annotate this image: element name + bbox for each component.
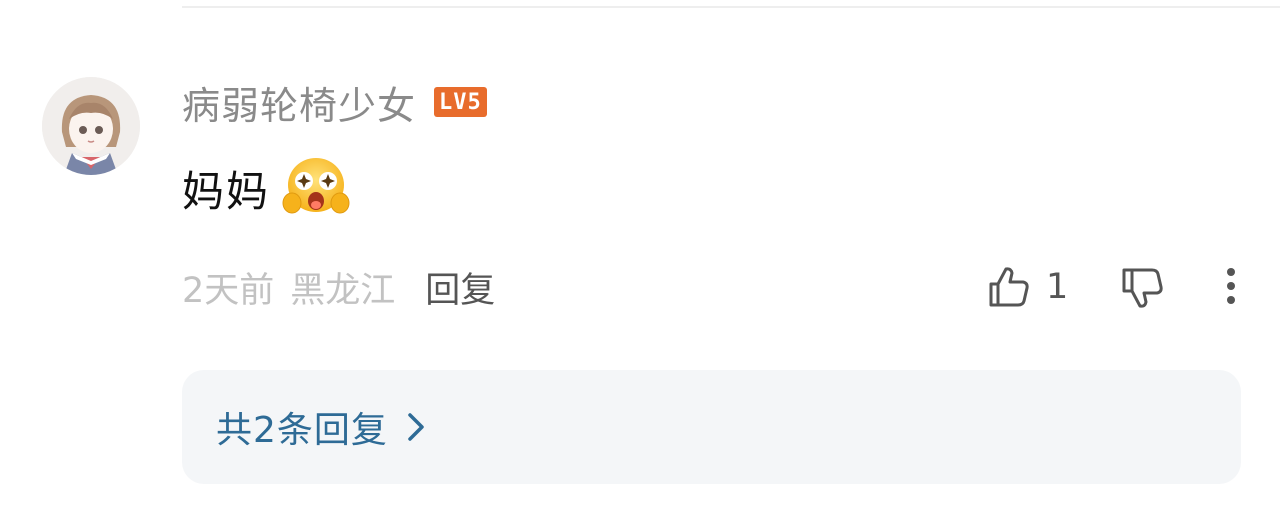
more-options-button[interactable] (1214, 262, 1248, 312)
username-row: 病弱轮椅少女 LV5 (182, 76, 487, 128)
top-divider (182, 6, 1280, 8)
comment-time: 2天前 (182, 270, 275, 311)
comment-meta: 2天前 黑龙江 回复 (182, 262, 495, 312)
level-badge: LV5 (434, 87, 487, 117)
thumbs-down-icon (1122, 268, 1163, 308)
dislike-button[interactable] (1118, 262, 1168, 312)
like-count: 1 (1046, 267, 1069, 307)
like-button[interactable]: 1 (986, 262, 1068, 312)
more-vertical-icon (1227, 268, 1235, 304)
comment-location: 黑龙江 (290, 270, 396, 311)
view-replies-link[interactable]: 共2条回复 (216, 402, 426, 452)
avatar-illustration (42, 77, 140, 175)
replies-summary-box[interactable]: 共2条回复 (182, 370, 1241, 484)
chevron-right-icon (408, 413, 424, 441)
avatar[interactable] (42, 77, 140, 175)
replies-count-label: 共2条回复 (216, 410, 388, 451)
comment-body: 妈妈 (182, 156, 350, 220)
starry-eyed-face-emoji (282, 158, 350, 214)
reply-button[interactable]: 回复 (425, 262, 495, 313)
comment-text: 妈妈 (182, 166, 271, 216)
thumbs-up-icon (989, 267, 1029, 307)
username[interactable]: 病弱轮椅少女 (182, 75, 416, 130)
